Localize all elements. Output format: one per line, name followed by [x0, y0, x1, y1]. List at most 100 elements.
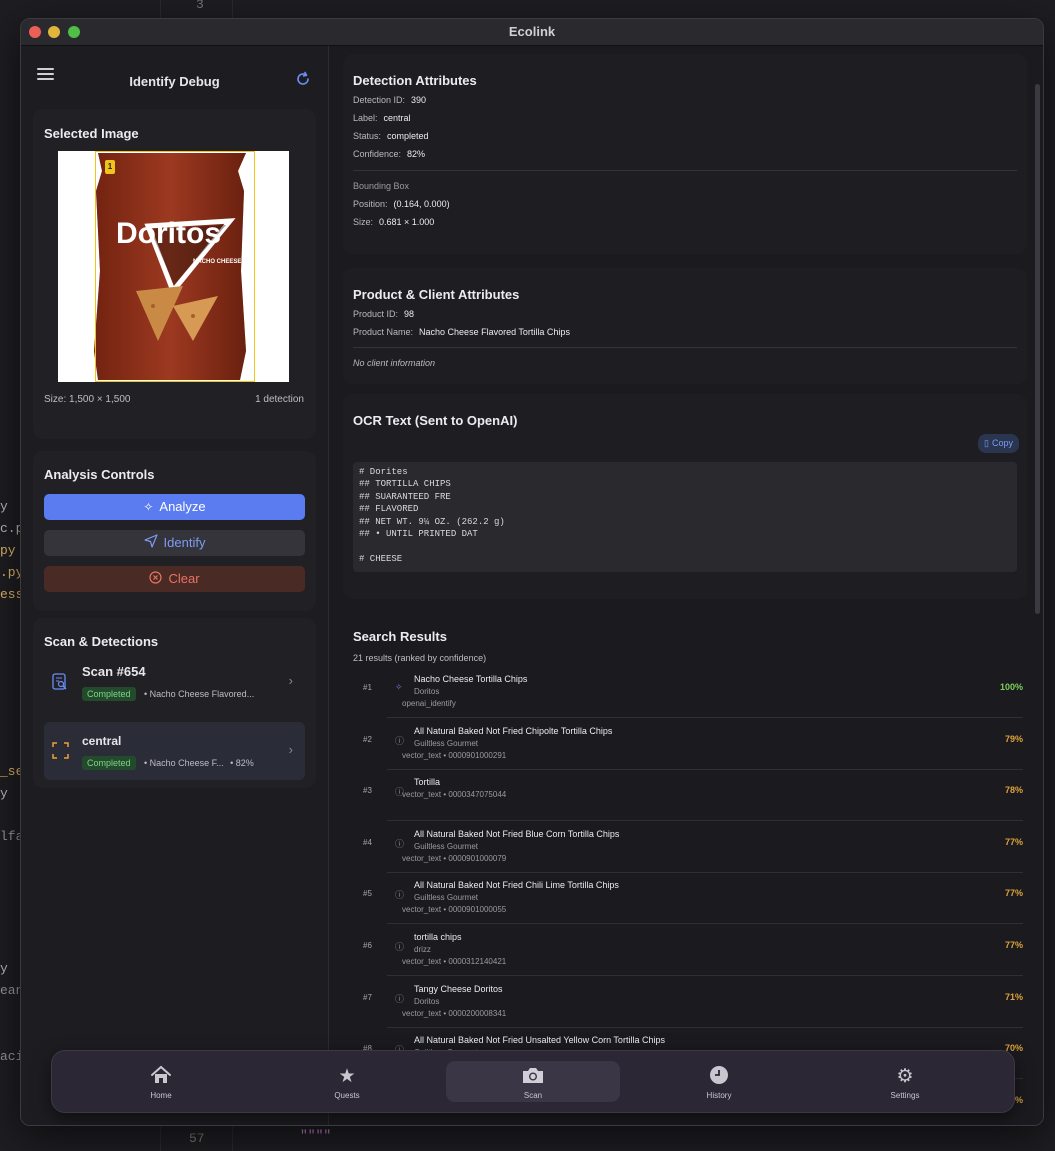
detection-count: 1 detection [255, 394, 304, 405]
detection-fields: Detection ID: 390 Label: central Status: co… [353, 91, 1017, 231]
client-info: No client information [353, 358, 436, 368]
send-icon [143, 531, 158, 557]
sparkle-icon: ✧ [395, 682, 403, 692]
house-icon [74, 1065, 248, 1091]
section-heading: OCR Text (Sent to OpenAI) [353, 413, 518, 428]
sparkle-icon: ✧ [143, 500, 154, 514]
search-result-row[interactable]: #5 ⓘ All Natural Baked Not Fried Chili Lim… [353, 873, 1023, 925]
section-heading: Detection Attributes [353, 73, 477, 88]
product-fields: Product ID: 98 Product Name: Nacho Cheese … [353, 305, 1017, 372]
result-rank: #7 [363, 992, 372, 1002]
window-title: Ecolink [508, 24, 556, 39]
confidence-row: Confidence: 82% [353, 149, 426, 159]
search-result-row[interactable]: #6 ⓘ tortilla chips drizz vector_text • 0000… [353, 925, 1023, 976]
result-name: Tangy Cheese Doritos [414, 983, 503, 994]
result-source: vector_text • 0000347075044 [402, 790, 507, 800]
section-heading: Product & Client Attributes [353, 287, 520, 302]
chevron-right-icon: › [288, 673, 293, 688]
result-brand: Doritos [414, 687, 440, 696]
result-confidence: 78% [1004, 785, 1023, 796]
status-row: Status: completed [353, 131, 429, 141]
tab-settings[interactable]: ⚙ Settings [818, 1051, 992, 1112]
question-circle-icon: ⓘ [395, 942, 405, 952]
result-name: Nacho Cheese Tortilla Chips [414, 674, 528, 684]
tab-scan[interactable]: Scan [446, 1051, 620, 1112]
result-name: tortilla chips [414, 932, 462, 942]
scan-subtitle: • Nacho Cheese Flavored... [143, 689, 255, 699]
main-content: Detection Attributes Detection ID: 390 La… [329, 46, 1043, 1125]
result-confidence: 71% [1004, 991, 1023, 1002]
result-source: vector_text • 0000901000079 [402, 853, 507, 863]
chevron-right-icon: › [288, 742, 293, 757]
result-brand: Guiltless Gourmet [414, 841, 479, 851]
copy-label: Copy [991, 438, 1013, 448]
result-confidence: 77% [1004, 940, 1023, 950]
identify-button[interactable]: Identify [44, 530, 305, 556]
clock-icon [632, 1065, 806, 1091]
refresh-icon[interactable] [294, 70, 312, 88]
analysis-controls-card: Analysis Controls ✧ Analyze Identify Clea… [33, 451, 316, 611]
scan-detections-card: Scan & Detections Scan #654 Completed • … [33, 618, 316, 788]
position-value: (0.164, 0.000) [393, 199, 450, 209]
clipboard-icon: ▯ [984, 438, 989, 448]
clear-button[interactable]: Clear [44, 566, 305, 592]
result-confidence: 77% [1004, 836, 1023, 847]
selected-image-card: Selected Image Doritos NACHO CHEESE 1 Si… [33, 109, 316, 439]
tab-quests[interactable]: ★ Quests [260, 1051, 434, 1112]
label-row: Label: central [353, 113, 411, 123]
search-result-row[interactable]: #4 ⓘ All Natural Baked Not Fried Blue Corn… [353, 822, 1023, 873]
tab-label: Quests [334, 1091, 360, 1100]
question-circle-icon: ⓘ [395, 735, 405, 746]
position-row: Position: (0.164, 0.000) [353, 199, 450, 209]
ocr-text[interactable]: # Dorites ## TORTILLA CHIPS ## SUARANTEE… [353, 462, 1017, 572]
divider [353, 347, 1017, 348]
scan-row[interactable]: Scan #654 Completed • Nacho Cheese Flavo… [44, 656, 305, 711]
tab-label: History [706, 1091, 732, 1100]
result-brand: Guiltless Gourmet [414, 893, 479, 903]
result-brand: drizz [414, 945, 431, 954]
result-brand: Doritos [414, 996, 440, 1006]
code-fragment: """" [233, 0, 265, 8]
detection-confidence: • 82% [230, 758, 254, 768]
result-confidence: 77% [1004, 888, 1023, 899]
results-count: 21 results (ranked by confidence) [353, 653, 487, 663]
copy-button[interactable]: ▯ Copy [978, 434, 1019, 453]
clear-label: Clear [168, 571, 200, 586]
product-client-card: Product & Client Attributes Product ID: 9… [343, 268, 1027, 384]
line-number: 3 [196, 0, 204, 12]
result-rank: #1 [363, 683, 372, 692]
result-source: vector_text • 0000200008341 [402, 1008, 507, 1018]
result-confidence: 100% [999, 682, 1023, 692]
search-result-row[interactable]: #7 ⓘ Tangy Cheese Doritos Doritos vector_tex… [353, 977, 1023, 1028]
analyze-button[interactable]: ✧ Analyze [44, 494, 305, 520]
status-value: completed [387, 131, 429, 141]
search-result-row[interactable]: #2 ⓘ All Natural Baked Not Fried Chipolte … [353, 719, 1023, 770]
clear-icon [149, 567, 163, 593]
result-source: vector_text • 0000901000055 [402, 905, 507, 915]
tab-label: Scan [523, 1091, 543, 1100]
tab-bar: Home ★ Quests Scan History ⚙ Settings [51, 1050, 1015, 1113]
detection-row[interactable]: central Completed • Nacho Cheese F... • … [44, 722, 305, 780]
product-id-value: 98 [404, 309, 415, 319]
viewfinder-icon [52, 742, 69, 764]
title-bar: Ecolink [21, 19, 1043, 46]
tab-history[interactable]: History [632, 1051, 806, 1112]
detection-bounding-box[interactable] [95, 151, 255, 382]
result-name: All Natural Baked Not Fried Chipolte Tor… [414, 725, 613, 736]
detection-id-row: Detection ID: 390 [353, 95, 427, 105]
scrollbar[interactable] [1035, 84, 1040, 614]
result-name: All Natural Baked Not Fried Unsalted Yel… [414, 1035, 665, 1046]
search-result-row[interactable]: #3 ⓘ Tortilla vector_text • 0000347075044 78… [353, 770, 1023, 822]
product-image[interactable]: Doritos NACHO CHEESE 1 [58, 151, 289, 382]
result-rank: #5 [363, 889, 372, 899]
app-window: Ecolink Identify Debug Selected Image Do… [20, 18, 1044, 1126]
status-badge: Completed [82, 687, 136, 701]
result-brand: Guiltless Gourmet [414, 738, 479, 748]
confidence-value: 82% [407, 149, 426, 159]
code-fragment: y [0, 786, 8, 801]
search-result-row[interactable]: #1 ✧ Nacho Cheese Tortilla Chips Doritos ope… [353, 667, 1023, 718]
detection-badge: 1 [105, 160, 115, 174]
product-name-row: Product Name: Nacho Cheese Flavored Torti… [353, 327, 570, 337]
star-icon: ★ [338, 1066, 356, 1087]
tab-home[interactable]: Home [74, 1051, 248, 1112]
